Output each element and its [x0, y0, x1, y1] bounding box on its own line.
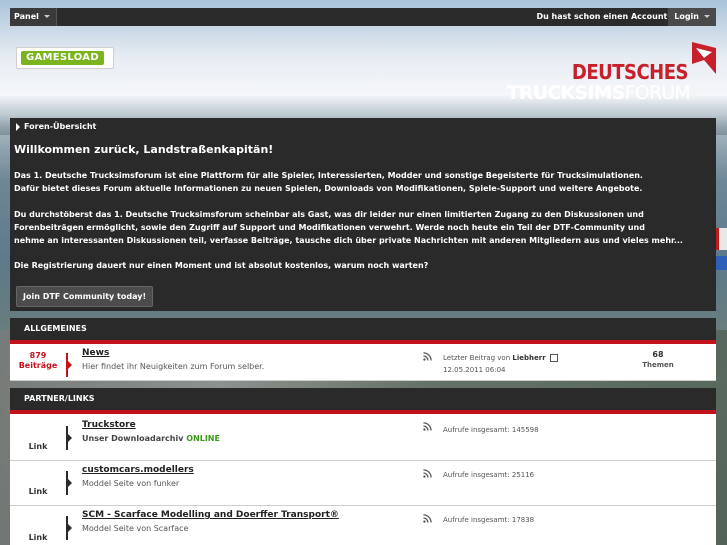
background-sign: [716, 228, 727, 250]
link-label: Link: [28, 533, 48, 542]
logo-flag-icon: [692, 42, 716, 74]
welcome-box: Willkommen zurück, Landstraßenkapitän! D…: [10, 135, 716, 311]
forum-status-icon: [66, 353, 72, 377]
breadcrumb[interactable]: Foren-Übersicht: [10, 118, 716, 135]
forum-post-count-label: Beiträge: [18, 361, 58, 370]
chevron-down-icon: [43, 15, 50, 18]
link-row: Link Truckstore Unser Downloadarchiv ONL…: [10, 414, 716, 461]
online-badge: ONLINE: [186, 434, 220, 443]
arrow-right-icon: [16, 122, 20, 131]
welcome-paragraph-2-line-1: Du durchstöberst das 1. Deutsche Trucksi…: [14, 210, 644, 219]
last-post-icon[interactable]: [549, 354, 558, 362]
link-label: Link: [28, 442, 48, 451]
link-status-icon: [66, 516, 72, 540]
welcome-title: Willkommen zurück, Landstraßenkapitän!: [14, 143, 274, 156]
category-header-partner-links[interactable]: PARTNER/LINKS: [10, 388, 716, 414]
link-description: Moddel Seite von funker: [82, 479, 180, 488]
rss-feed-icon[interactable]: [423, 514, 432, 523]
chevron-down-icon: [704, 15, 710, 18]
link-title[interactable]: Truckstore: [82, 420, 136, 430]
welcome-paragraph-2-line-2: Forenbeiträgen ermöglicht, sowie den Zug…: [14, 223, 645, 232]
welcome-paragraph-3: Die Registrierung dauert nur einen Momen…: [14, 261, 429, 270]
link-view-count: Aufrufe insgesamt: 145598: [443, 426, 539, 434]
category-header-allgemeines[interactable]: ALLGEMEINES: [10, 318, 716, 344]
last-post-info: Letzter Beitrag von Liebherr 12.05.2011 …: [443, 352, 558, 376]
site-logo-light: FORUM: [624, 82, 691, 104]
login-label: Login: [674, 12, 699, 21]
link-description-text: Unser Downloadarchiv: [82, 434, 184, 443]
last-post-user-link[interactable]: Liebherr: [512, 354, 545, 362]
top-bar: Panel Du hast schon einen Account? Login: [10, 8, 716, 26]
forum-topic-count-value: 68: [652, 350, 664, 359]
welcome-paragraph-1-line-1: Das 1. Deutsche Trucksimsforum ist eine …: [14, 171, 643, 180]
background-sign-blue: [716, 256, 727, 270]
link-view-count: Aufrufe insgesamt: 25116: [443, 471, 535, 479]
site-logo-bold: TRUCKSIMS: [506, 82, 626, 104]
forum-post-count: 879 Beiträge: [10, 351, 66, 371]
rss-feed-icon[interactable]: [423, 422, 432, 431]
login-question: Du hast schon einen Account?: [536, 12, 672, 21]
link-row: Link customcars.modellers Moddel Seite v…: [10, 461, 716, 506]
forum-row-news: 879 Beiträge News Hier findet ihr Neuigk…: [10, 344, 716, 381]
site-logo-line2[interactable]: TRUCKSIMSFORUM: [506, 82, 691, 104]
link-description: Moddel Seite von Scarface: [82, 524, 189, 533]
forum-title-link[interactable]: News: [82, 348, 109, 358]
link-label: Link: [28, 487, 48, 496]
link-description: Unser Downloadarchiv ONLINE: [82, 434, 220, 443]
login-button[interactable]: Login: [668, 8, 716, 26]
link-status-icon: [66, 471, 72, 495]
site-header: GAMESLOAD DEUTSCHES TRUCKSIMSFORUM: [10, 26, 716, 116]
link-row: Link SCM - Scarface Modelling and Doerff…: [10, 506, 716, 545]
rss-feed-icon[interactable]: [423, 352, 432, 361]
forum-post-count-value: 879: [29, 351, 47, 360]
last-post-label: Letzter Beitrag von: [443, 354, 511, 362]
rss-feed-icon[interactable]: [423, 469, 432, 478]
category-title: PARTNER/LINKS: [24, 394, 95, 403]
link-title[interactable]: customcars.modellers: [82, 465, 194, 475]
gamesload-logo-text: GAMESLOAD: [21, 51, 104, 65]
join-community-button[interactable]: Join DTF Community today!: [16, 286, 154, 307]
breadcrumb-label: Foren-Übersicht: [24, 122, 97, 131]
gamesload-logo[interactable]: GAMESLOAD: [16, 47, 114, 69]
forum-topic-count: 68 Themen: [636, 350, 680, 370]
forum-topic-count-label: Themen: [642, 361, 674, 369]
forum-description: Hier findet ihr Neuigkeiten zum Forum se…: [82, 362, 265, 371]
category-title: ALLGEMEINES: [24, 324, 87, 333]
link-status-icon: [66, 426, 72, 450]
link-title[interactable]: SCM - Scarface Modelling and Doerffer Tr…: [82, 510, 339, 520]
welcome-paragraph-2-line-3: nehme an interessanten Diskussionen teil…: [14, 236, 683, 245]
link-view-count: Aufrufe insgesamt: 17838: [443, 516, 535, 524]
panel-button[interactable]: Panel: [10, 8, 57, 26]
welcome-paragraph-1-line-2: Dafür bietet dieses Forum aktuelle Infor…: [14, 184, 643, 193]
last-post-date: 12.05.2011 06:04: [443, 366, 506, 374]
site-logo-line1[interactable]: DEUTSCHES: [572, 62, 689, 82]
panel-label: Panel: [14, 12, 39, 21]
